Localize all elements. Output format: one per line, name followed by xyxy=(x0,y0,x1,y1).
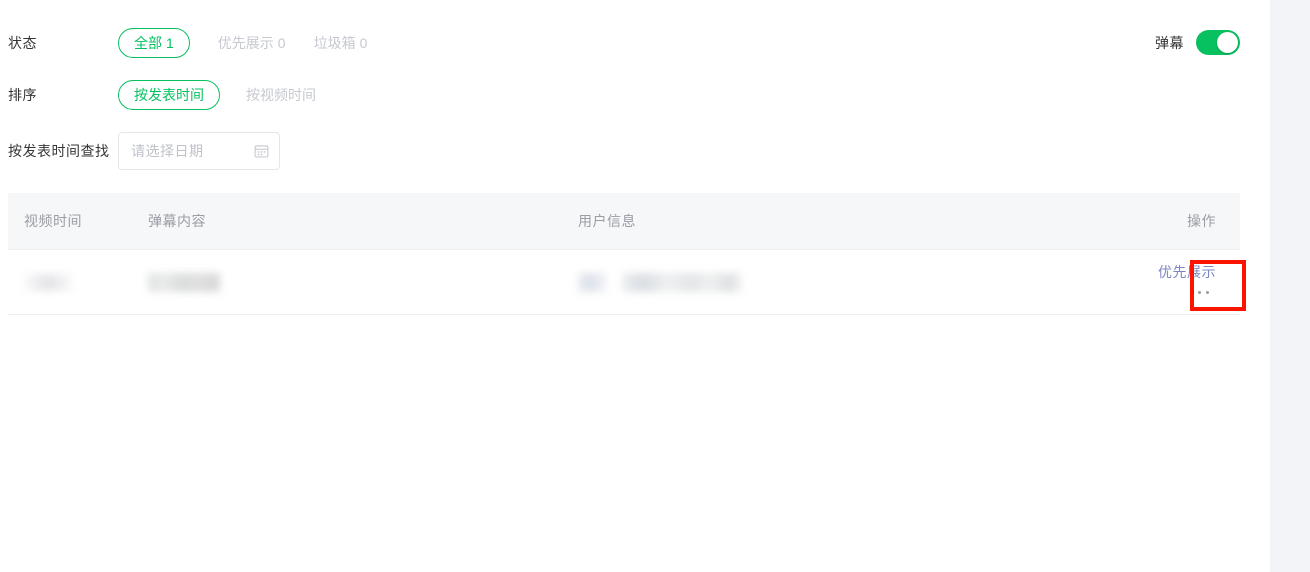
ellipsis-icon xyxy=(1197,290,1201,294)
sort-tab-by-publish-time[interactable]: 按发表时间 xyxy=(118,80,220,110)
redacted-danmu-content xyxy=(148,272,220,292)
status-tab-all-count: 1 xyxy=(166,35,174,51)
column-header-user-info: 用户信息 xyxy=(578,213,636,229)
sort-tab-by-video-time-label: 按视频时间 xyxy=(246,87,316,103)
danmu-toggle-group: 弹幕 xyxy=(1155,30,1240,55)
table-row: 优先展示 xyxy=(8,250,1240,315)
status-tab-priority-count: 0 xyxy=(277,35,286,51)
column-header-action: 操作 xyxy=(1187,213,1216,229)
status-filter-row: 状态 全部 1 优先展示 0 垃圾箱 0 xyxy=(0,28,367,58)
status-filter-label: 状态 xyxy=(8,35,37,51)
sort-tab-by-publish-time-label: 按发表时间 xyxy=(134,87,204,103)
toggle-knob xyxy=(1217,32,1238,53)
status-tab-all[interactable]: 全部 1 xyxy=(118,28,190,58)
status-tab-priority-label: 优先展示 xyxy=(217,35,274,51)
content-panel: 状态 全部 1 优先展示 0 垃圾箱 0 弹幕 排序 按发表时间 按视频时间 按… xyxy=(0,0,1270,572)
redacted-video-time xyxy=(24,273,72,291)
danmu-table: 视频时间 弹幕内容 用户信息 操作 优先展示 xyxy=(8,193,1240,315)
calendar-icon xyxy=(254,144,269,159)
date-picker-input[interactable]: 请选择日期 xyxy=(118,132,280,170)
cell-user-info xyxy=(568,272,1128,292)
ellipsis-icon xyxy=(1205,290,1209,294)
status-tab-trash[interactable]: 垃圾箱 0 xyxy=(314,28,368,58)
status-tab-trash-count: 0 xyxy=(359,35,368,51)
date-picker-placeholder: 请选择日期 xyxy=(131,143,204,159)
cell-video-time xyxy=(8,273,138,291)
status-tab-trash-label: 垃圾箱 xyxy=(313,35,356,51)
cell-danmu-content xyxy=(138,272,568,292)
status-tab-priority[interactable]: 优先展示 0 xyxy=(218,28,286,58)
page-root: 状态 全部 1 优先展示 0 垃圾箱 0 弹幕 排序 按发表时间 按视频时间 按… xyxy=(0,0,1310,572)
sort-filter-label: 排序 xyxy=(8,87,37,103)
danmu-toggle-label: 弹幕 xyxy=(1155,34,1184,51)
date-filter-row: 按发表时间查找 请选择日期 xyxy=(0,132,280,170)
redacted-user-avatar xyxy=(578,272,606,292)
column-header-video-time: 视频时间 xyxy=(24,213,82,229)
row-priority-display-link[interactable]: 优先展示 xyxy=(1158,264,1216,280)
row-more-button[interactable] xyxy=(1182,282,1216,302)
ellipsis-icon xyxy=(1189,290,1193,294)
cell-action: 优先展示 xyxy=(1128,262,1240,302)
status-tab-all-label: 全部 xyxy=(134,35,162,51)
sort-tab-by-video-time[interactable]: 按视频时间 xyxy=(246,80,316,110)
table-header-row: 视频时间 弹幕内容 用户信息 操作 xyxy=(8,193,1240,250)
danmu-toggle-switch[interactable] xyxy=(1196,30,1240,55)
redacted-user-name xyxy=(622,272,742,292)
column-header-danmu-content: 弹幕内容 xyxy=(148,213,206,229)
date-filter-label: 按发表时间查找 xyxy=(8,143,110,159)
sort-filter-row: 排序 按发表时间 按视频时间 xyxy=(0,80,316,110)
